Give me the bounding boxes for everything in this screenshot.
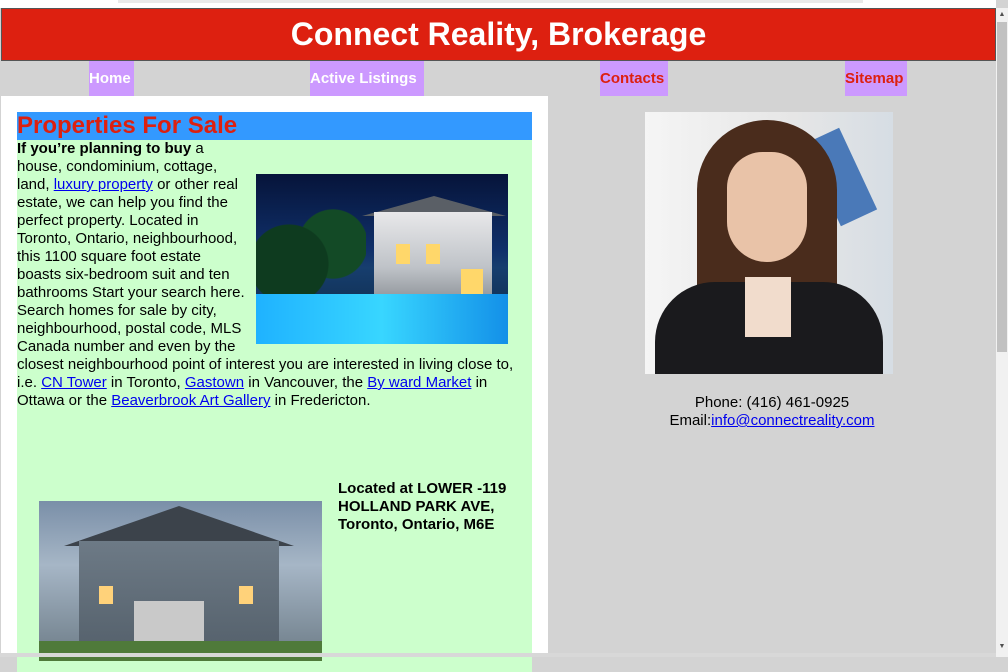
nav-contacts[interactable]: Contacts [600, 61, 668, 96]
nav-bar: Home Active Listings Contacts Sitemap [1, 61, 996, 96]
text-4: in Vancouver, the [244, 374, 368, 391]
gastown-link[interactable]: Gastown [185, 374, 244, 391]
main-column: Properties For Sale If you’re planning t… [1, 96, 548, 672]
horizontal-scrollbar[interactable] [0, 653, 996, 657]
email-label: Email: [669, 412, 712, 429]
byward-market-link[interactable]: By ward Market [367, 374, 471, 391]
site-header: Connect Reality, Brokerage [1, 8, 996, 61]
top-track [118, 0, 863, 3]
listing-description: If you’re planning to buy a house, condo… [17, 140, 532, 410]
agent-photo [645, 112, 893, 374]
section-title: Properties For Sale [17, 112, 532, 140]
nav-home[interactable]: Home [89, 61, 134, 96]
pool-house-image [256, 174, 508, 344]
beaverbrook-link[interactable]: Beaverbrook Art Gallery [111, 392, 270, 409]
intro-bold: If you’re planning to buy [17, 140, 192, 157]
email-line: Email:info@connectreality.com [548, 412, 996, 430]
nav-sitemap[interactable]: Sitemap [845, 61, 907, 96]
vertical-scrollbar[interactable]: ▲ ▼ [996, 8, 1008, 657]
cn-tower-link[interactable]: CN Tower [41, 374, 107, 391]
text-6: in Fredericton. [270, 392, 371, 409]
top-strip [0, 0, 996, 8]
house-exterior-image [39, 501, 322, 661]
luxury-property-link[interactable]: luxury property [54, 176, 153, 193]
scrollbar-thumb[interactable] [997, 22, 1007, 352]
text-3: in Toronto, [106, 374, 185, 391]
email-link[interactable]: info@connectreality.com [711, 412, 874, 429]
nav-active-listings[interactable]: Active Listings [310, 61, 424, 96]
phone-text: Phone: (416) 461-0925 [694, 394, 850, 411]
scroll-up-icon[interactable]: ▲ [996, 9, 1008, 21]
contact-info: Phone: (416) 461-0925 Email:info@connect… [548, 394, 996, 430]
listing-panel: Properties For Sale If you’re planning t… [17, 112, 532, 672]
scroll-down-icon[interactable]: ▼ [996, 641, 1008, 653]
listing-location: Located at LOWER -119 HOLLAND PARK AVE, … [338, 480, 507, 533]
